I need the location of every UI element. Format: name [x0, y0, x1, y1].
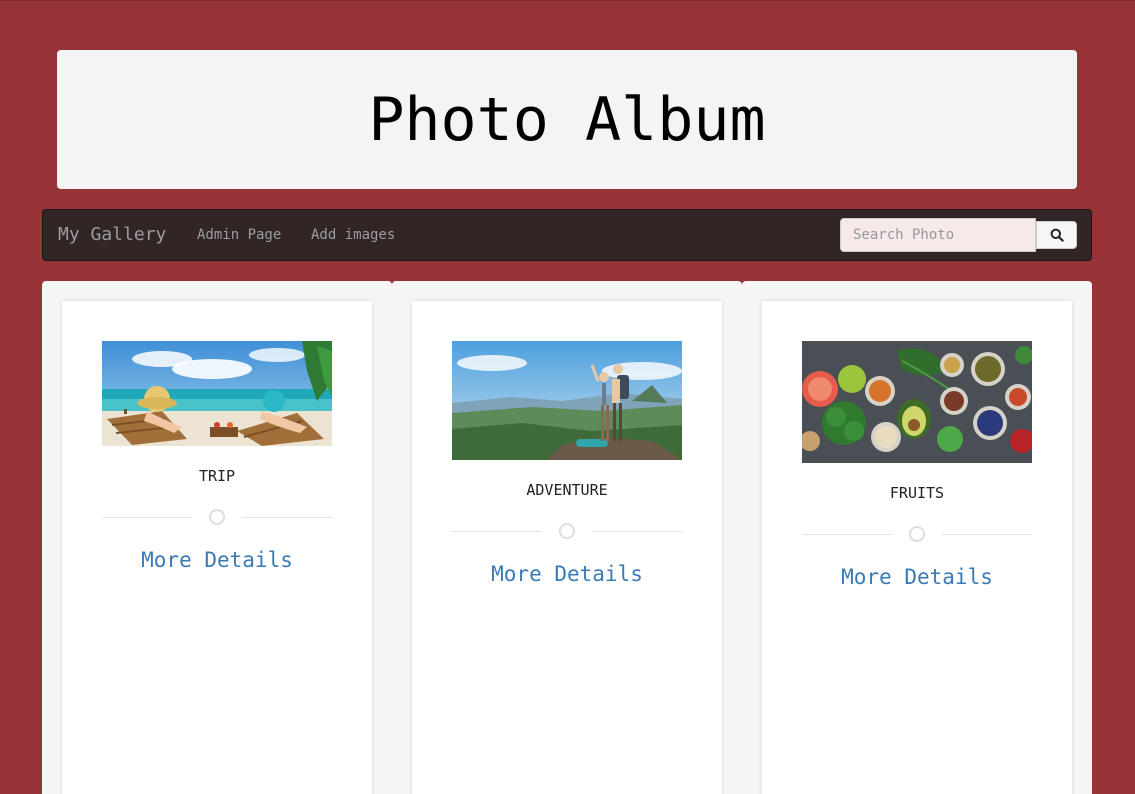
beach-loungers-photo[interactable]: [102, 341, 332, 446]
search-icon: [1050, 228, 1064, 242]
header-banner: Photo Album: [57, 50, 1077, 189]
more-details-link[interactable]: More Details: [762, 565, 1072, 589]
gallery-card: FRUITS More Details: [762, 301, 1072, 794]
gallery-column-trip: TRIP More Details: [42, 281, 392, 794]
gallery-card: ADVENTURE More Details: [412, 301, 722, 794]
card-divider: [802, 526, 1032, 542]
gallery-column-adventure: ADVENTURE More Details: [392, 281, 742, 794]
card-divider: [102, 509, 332, 525]
gallery-card: TRIP More Details: [62, 301, 372, 794]
page-frame: Photo Album My Gallery Admin Page Add im…: [0, 0, 1135, 794]
search-button[interactable]: [1036, 221, 1077, 249]
page-title: Photo Album: [368, 84, 766, 155]
navbar-brand[interactable]: My Gallery: [58, 224, 166, 245]
gallery-column-fruits: FRUITS More Details: [742, 281, 1092, 794]
hikers-mountain-photo[interactable]: [452, 341, 682, 460]
divider-circle-icon: [909, 526, 925, 542]
fruits-vegetables-photo[interactable]: [802, 341, 1032, 463]
navbar: My Gallery Admin Page Add images: [42, 209, 1092, 261]
card-divider: [452, 523, 682, 539]
card-caption: FRUITS: [889, 484, 945, 502]
search-input[interactable]: [840, 218, 1036, 252]
card-caption: TRIP: [198, 467, 236, 485]
card-caption: ADVENTURE: [526, 481, 608, 499]
divider-circle-icon: [209, 509, 225, 525]
more-details-link[interactable]: More Details: [62, 548, 372, 572]
more-details-link[interactable]: More Details: [412, 562, 722, 586]
nav-link-add-images[interactable]: Add images: [311, 227, 395, 243]
nav-link-admin-page[interactable]: Admin Page: [197, 227, 281, 243]
divider-circle-icon: [559, 523, 575, 539]
